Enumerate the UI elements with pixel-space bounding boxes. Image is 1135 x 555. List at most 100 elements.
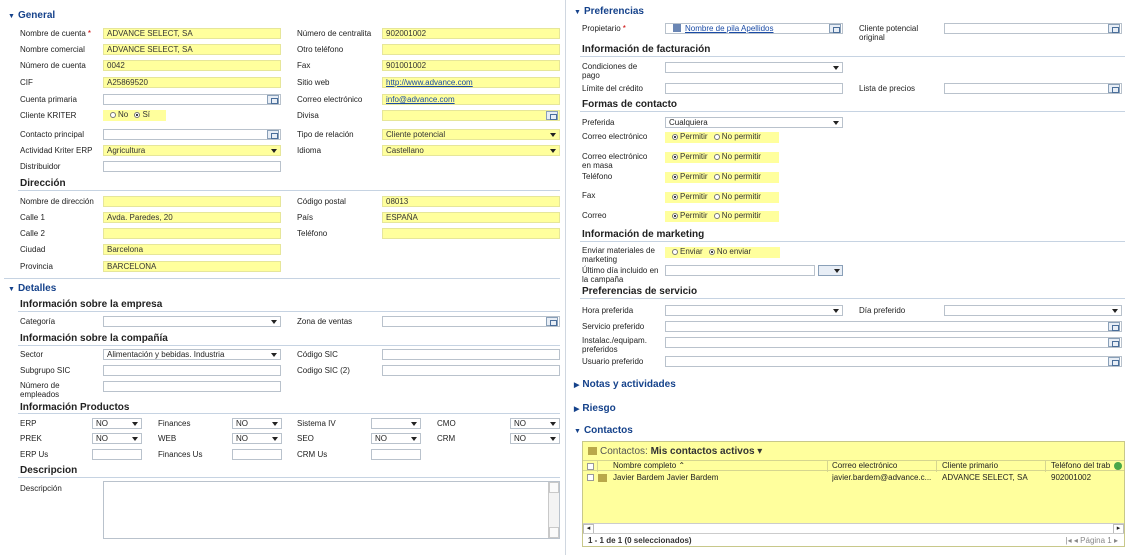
usuario-preferido-lookup[interactable] — [665, 356, 1122, 367]
categoria-select[interactable] — [103, 316, 281, 327]
erp-us-input[interactable] — [92, 449, 142, 460]
ciudad-input[interactable]: Barcelona — [103, 244, 281, 255]
crm-us-input[interactable] — [371, 449, 421, 460]
col-cliente[interactable]: Cliente primario — [942, 461, 998, 471]
divisa-lookup[interactable] — [382, 110, 560, 121]
lookup-icon[interactable] — [1108, 338, 1120, 347]
fax-input[interactable]: 901001002 — [382, 60, 560, 71]
table-row[interactable]: Javier Bardem Javier Bardem javier.barde… — [583, 472, 1124, 484]
sitio-web-link[interactable]: http://www.advance.com — [382, 77, 560, 88]
radio-no-permitir[interactable] — [713, 194, 720, 200]
zona-ventas-lookup[interactable] — [382, 316, 560, 327]
sistema-iv-select[interactable] — [371, 418, 421, 429]
view-selector[interactable]: Contactos: Mis contactos activos ▾ — [588, 446, 762, 457]
section-riesgo-header[interactable]: ▶ Riesgo — [574, 403, 616, 414]
lookup-icon[interactable] — [1108, 357, 1120, 366]
radio-permitir[interactable] — [672, 174, 678, 180]
row-checkbox[interactable] — [587, 474, 594, 481]
nombre-cuenta-input[interactable]: ADVANCE SELECT, SA — [103, 28, 281, 39]
radio-enviar[interactable] — [672, 249, 678, 255]
cmo-select[interactable]: NO — [510, 418, 560, 429]
cell-nombre[interactable]: Javier Bardem Javier Bardem — [613, 473, 718, 483]
codigo-sic-input[interactable] — [382, 349, 560, 360]
scroll-down-arrow[interactable] — [549, 527, 559, 538]
seo-select[interactable]: NO — [371, 433, 421, 444]
section-general-header[interactable]: ▼ General — [8, 10, 55, 21]
radio-no-enviar[interactable] — [708, 249, 715, 255]
otro-telefono-input[interactable] — [382, 44, 560, 55]
nombre-comercial-input[interactable]: ADVANCE SELECT, SA — [103, 44, 281, 55]
prek-select[interactable]: NO — [92, 433, 142, 444]
instalac-lookup[interactable] — [665, 337, 1122, 348]
radio-no-permitir[interactable] — [713, 154, 720, 160]
textarea-scrollbar[interactable] — [548, 482, 559, 538]
col-telefono[interactable]: Teléfono del trab — [1051, 461, 1113, 471]
select-all-checkbox[interactable] — [587, 463, 594, 470]
lookup-icon[interactable] — [1108, 24, 1120, 33]
propietario-lookup[interactable]: Nombre de pila Apellidos — [665, 23, 843, 34]
scroll-up-arrow[interactable] — [549, 482, 559, 493]
telefono-input[interactable] — [382, 228, 560, 239]
ultimo-dia-input[interactable] — [665, 265, 815, 276]
finances-us-input[interactable] — [232, 449, 282, 460]
limite-credito-input[interactable] — [665, 83, 843, 94]
erp-select[interactable]: NO — [92, 418, 142, 429]
radio-no[interactable] — [110, 112, 116, 118]
descripcion-textarea[interactable] — [103, 481, 560, 539]
propietario-link[interactable]: Nombre de pila Apellidos — [685, 24, 774, 33]
radio-permitir[interactable] — [672, 154, 678, 160]
calendar-icon[interactable] — [818, 265, 843, 276]
tipo-relacion-select[interactable]: Cliente potencial — [382, 129, 560, 140]
radio-no-permitir[interactable] — [713, 213, 720, 219]
codigo-postal-input[interactable]: 08013 — [382, 196, 560, 207]
lookup-icon[interactable] — [546, 317, 558, 326]
lookup-icon[interactable] — [546, 111, 558, 120]
section-preferencias-header[interactable]: ▼ Preferencias — [574, 6, 644, 17]
radio-no-permitir[interactable] — [713, 134, 720, 140]
lista-precios-lookup[interactable] — [944, 83, 1122, 94]
servicio-preferido-lookup[interactable] — [665, 321, 1122, 332]
lookup-icon[interactable] — [267, 130, 279, 139]
nombre-direccion-input[interactable] — [103, 196, 281, 207]
hora-preferida-select[interactable] — [665, 305, 843, 316]
col-nombre[interactable]: Nombre completo ⌃ — [613, 461, 685, 471]
finances-select[interactable]: NO — [232, 418, 282, 429]
contacto-principal-lookup[interactable] — [103, 129, 281, 140]
dia-preferido-select[interactable] — [944, 305, 1122, 316]
cell-correo[interactable]: javier.bardem@advance.c... — [832, 473, 937, 483]
numero-cuenta-input[interactable]: 0042 — [103, 60, 281, 71]
idioma-select[interactable]: Castellano — [382, 145, 560, 156]
section-detalles-header[interactable]: ▼ Detalles — [8, 283, 56, 294]
cliente-potencial-lookup[interactable] — [944, 23, 1122, 34]
subgrupo-sic-input[interactable] — [103, 365, 281, 376]
lookup-icon[interactable] — [1108, 84, 1120, 93]
pager[interactable]: |◂ ◂ Página 1 ▸ — [1066, 536, 1118, 546]
codigo-sic2-input[interactable] — [382, 365, 560, 376]
section-notas-header[interactable]: ▶ Notas y actividades — [574, 379, 676, 390]
radio-no-permitir[interactable] — [713, 174, 720, 180]
cell-telefono[interactable]: 902001002 — [1051, 473, 1091, 483]
calle1-input[interactable]: Avda. Paredes, 20 — [103, 212, 281, 223]
numero-centralita-input[interactable]: 902001002 — [382, 28, 560, 39]
radio-si[interactable] — [134, 112, 141, 118]
preferida-select[interactable]: Cualquiera — [665, 117, 843, 128]
correo-link[interactable]: info@advance.com — [382, 94, 560, 105]
lookup-icon[interactable] — [829, 24, 841, 33]
radio-permitir[interactable] — [672, 134, 678, 140]
calle2-input[interactable] — [103, 228, 281, 239]
section-contactos-header[interactable]: ▼ Contactos — [574, 425, 633, 436]
radio-permitir[interactable] — [672, 213, 678, 219]
provincia-input[interactable]: BARCELONA — [103, 261, 281, 272]
web-select[interactable]: NO — [232, 433, 282, 444]
lookup-icon[interactable] — [1108, 322, 1120, 331]
sector-select[interactable]: Alimentación y bebidas. Industria — [103, 349, 281, 360]
crm-select[interactable]: NO — [510, 433, 560, 444]
condiciones-pago-select[interactable] — [665, 62, 843, 73]
distribuidor-input[interactable] — [103, 161, 281, 172]
cuenta-primaria-lookup[interactable] — [103, 94, 281, 105]
cell-cliente[interactable]: ADVANCE SELECT, SA — [942, 473, 1028, 483]
pais-input[interactable]: ESPAÑA — [382, 212, 560, 223]
cif-input[interactable]: A25869520 — [103, 77, 281, 88]
col-correo[interactable]: Correo electrónico — [832, 461, 897, 471]
lookup-icon[interactable] — [267, 95, 279, 104]
